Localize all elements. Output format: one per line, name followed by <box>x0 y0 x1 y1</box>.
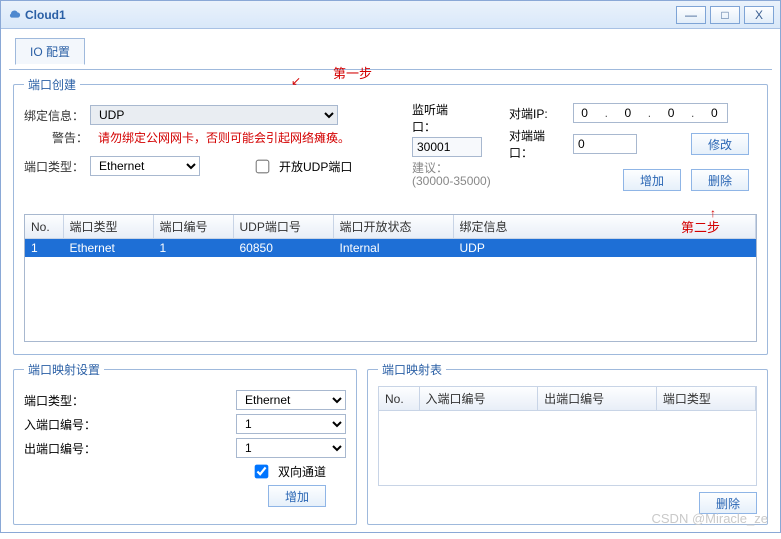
delete-button[interactable]: 删除 <box>691 169 749 191</box>
in-port-select[interactable]: 1 <box>236 414 346 434</box>
col-open[interactable]: 端口开放状态 <box>333 215 453 239</box>
titlebar: Cloud1 — □ X <box>1 1 780 29</box>
col-ptype[interactable]: 端口类型 <box>63 215 153 239</box>
map-table-group: 端口映射表 No. 入端口编号 出端口编号 端口类型 删除 <box>367 361 768 525</box>
map-add-button[interactable]: 增加 <box>268 485 326 507</box>
bind-info-select[interactable]: UDP <box>90 105 338 125</box>
mcol-out[interactable]: 出端口编号 <box>538 387 657 411</box>
modify-button[interactable]: 修改 <box>691 133 749 155</box>
port-table[interactable]: No. 端口类型 端口编号 UDP端口号 端口开放状态 绑定信息 1 Ether… <box>24 214 757 342</box>
peer-port-input[interactable] <box>573 134 637 154</box>
add-button[interactable]: 增加 <box>623 169 681 191</box>
tabbar: IO 配置 <box>9 37 772 64</box>
bind-info-label: 绑定信息： <box>24 107 84 124</box>
mcol-no[interactable]: No. <box>379 387 419 411</box>
suggest-range: (30000-35000) <box>412 174 491 188</box>
in-port-label: 入端口编号： <box>24 416 104 433</box>
minimize-button[interactable]: — <box>676 6 706 24</box>
out-port-select[interactable]: 1 <box>236 438 346 458</box>
peer-port-label: 对端端口： <box>509 127 567 161</box>
cloud-icon <box>7 8 21 22</box>
port-type-label: 端口类型： <box>24 158 84 175</box>
port-create-group: 端口创建 绑定信息： UDP 警告： 请勿绑定公网网卡，否则可能会引起网络瘫痪。… <box>13 76 768 355</box>
peer-ip-input[interactable]: 0. 0. 0. 0 <box>573 103 728 123</box>
port-type-select[interactable]: Ethernet <box>90 156 200 176</box>
peer-block: 对端IP: 0. 0. 0. 0 对端端口： 修改 增加 删除 <box>509 99 749 191</box>
bidir-label: 双向通道 <box>278 463 326 480</box>
col-no[interactable]: No. <box>25 215 63 239</box>
listen-port-label: 监听端口： <box>412 101 468 135</box>
bidir-checkbox[interactable] <box>255 465 269 479</box>
map-settings-group: 端口映射设置 端口类型： Ethernet 入端口编号： 1 出端口编号： 1 <box>13 361 357 525</box>
window-title: Cloud1 <box>25 8 66 22</box>
arrow-icon: ↙ <box>291 74 301 88</box>
arrow-icon: ↑ <box>710 206 716 220</box>
warning-label: 警告： <box>28 129 88 146</box>
content: IO 配置 端口创建 绑定信息： UDP 警告： 请勿绑定公网网卡，否则可能会引… <box>1 29 780 539</box>
window: Cloud1 — □ X IO 配置 端口创建 绑定信息： UDP 警告： 请勿… <box>0 0 781 533</box>
close-button[interactable]: X <box>744 6 774 24</box>
table-row[interactable]: 1 Ethernet 1 60850 Internal UDP <box>25 239 756 258</box>
map-port-type-label: 端口类型： <box>24 392 104 409</box>
open-udp-checkbox[interactable] <box>256 159 270 173</box>
col-udp[interactable]: UDP端口号 <box>233 215 333 239</box>
map-table[interactable]: No. 入端口编号 出端口编号 端口类型 <box>378 386 757 486</box>
map-settings-legend: 端口映射设置 <box>24 361 104 378</box>
open-udp-label: 开放UDP端口 <box>279 158 352 175</box>
warning-text: 请勿绑定公网网卡，否则可能会引起网络瘫痪。 <box>98 129 350 146</box>
listen-port-input[interactable] <box>412 137 482 157</box>
port-create-legend: 端口创建 <box>24 76 80 93</box>
map-port-type-select[interactable]: Ethernet <box>236 390 346 410</box>
mcol-in[interactable]: 入端口编号 <box>419 387 538 411</box>
col-pno[interactable]: 端口编号 <box>153 215 233 239</box>
out-port-label: 出端口编号： <box>24 440 104 457</box>
maximize-button[interactable]: □ <box>710 6 740 24</box>
mcol-ptype[interactable]: 端口类型 <box>656 387 755 411</box>
listen-block: 监听端口： 建议： (30000-35000) <box>412 99 491 190</box>
watermark: CSDN @Miracle_ze <box>652 511 769 526</box>
tab-io-config[interactable]: IO 配置 <box>15 38 85 65</box>
map-table-legend: 端口映射表 <box>378 361 446 378</box>
peer-ip-label: 对端IP: <box>509 105 567 122</box>
